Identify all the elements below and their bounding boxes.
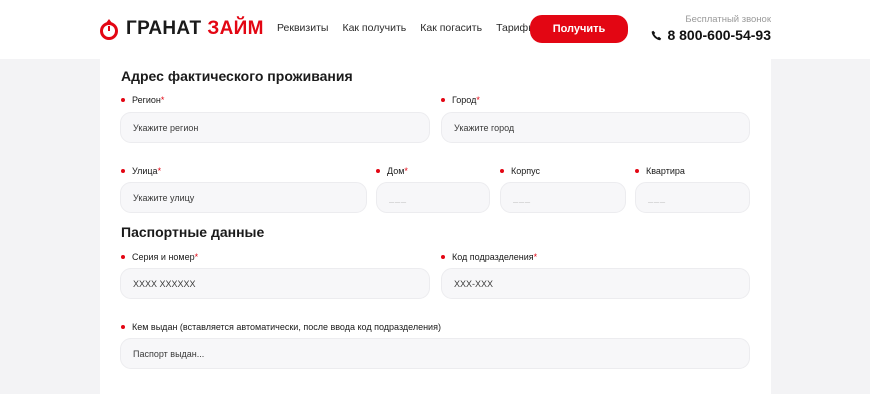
site-header: ГРАНАТ ЗАЙМ Реквизиты Как получить Как по… (0, 0, 870, 59)
passport-series-label-text: Серия и номер (132, 252, 195, 262)
bullet-icon (441, 98, 445, 102)
logo-word-zaim: ЗАЙМ (207, 18, 264, 39)
required-mark: * (476, 95, 480, 105)
hotline-label: Бесплатный звонок (685, 14, 771, 25)
street-label: Улица * (121, 166, 161, 176)
bullet-icon (500, 169, 504, 173)
required-mark: * (533, 252, 538, 262)
region-label-text: Регион (132, 95, 161, 105)
region-input[interactable] (120, 112, 430, 143)
issued-by-input[interactable] (120, 338, 750, 369)
building-input[interactable] (500, 182, 626, 213)
required-mark: * (157, 166, 162, 176)
city-label: Город * (441, 95, 480, 105)
bullet-icon (121, 98, 125, 102)
form-card: Адрес фактического проживания Регион* Го… (100, 59, 771, 394)
street-input[interactable] (120, 182, 367, 213)
phone-icon (652, 30, 662, 40)
nav-link-how-to-repay[interactable]: Как погасить (420, 22, 482, 35)
apartment-label-text: Квартира (646, 166, 685, 176)
house-input[interactable] (376, 182, 490, 213)
bullet-icon (121, 325, 125, 329)
region-label: Регион * (121, 95, 164, 105)
street-label-text: Улица (132, 166, 158, 176)
phone-number: 8 800-600-54-93 (667, 27, 771, 43)
building-label: Корпус (500, 166, 540, 176)
issued-by-label-text: Кем выдан (вставляется автоматически, по… (132, 322, 441, 332)
bullet-icon (441, 255, 445, 259)
apartment-label: Квартира (635, 166, 685, 176)
division-code-label: Код подразделения * (441, 252, 537, 262)
bullet-icon (635, 169, 639, 173)
required-mark: * (160, 95, 165, 105)
house-label: Дом * (376, 166, 408, 176)
address-section-title: Адрес фактического проживания (121, 68, 353, 84)
passport-series-label: Серия и номер * (121, 252, 198, 262)
required-mark: * (194, 252, 199, 262)
logo-word-granat: ГРАНАТ (126, 18, 202, 39)
nav-link-how-to-get[interactable]: Как получить (342, 22, 406, 35)
issued-by-label: Кем выдан (вставляется автоматически, по… (121, 322, 441, 332)
city-label-text: Город (452, 95, 477, 105)
division-code-input[interactable] (441, 268, 750, 299)
passport-series-input[interactable] (120, 268, 430, 299)
pomegranate-logo-icon (100, 19, 118, 40)
passport-section-title: Паспортные данные (121, 224, 265, 240)
house-label-text: Дом (387, 166, 405, 176)
division-code-label-text: Код подразделения (452, 252, 534, 262)
phone-link[interactable]: 8 800-600-54-93 (651, 27, 771, 43)
building-label-text: Корпус (511, 166, 541, 176)
main-nav: Реквизиты Как получить Как погасить Тари… (277, 22, 550, 35)
apartment-input[interactable] (635, 182, 750, 213)
required-mark: * (404, 166, 408, 176)
get-loan-button[interactable]: Получить (530, 15, 628, 43)
nav-link-requisites[interactable]: Реквизиты (277, 22, 328, 35)
bullet-icon (376, 169, 380, 173)
bullet-icon (121, 169, 125, 173)
bullet-icon (121, 255, 125, 259)
logo[interactable]: ГРАНАТ ЗАЙМ (98, 16, 264, 42)
city-input[interactable] (441, 112, 750, 143)
